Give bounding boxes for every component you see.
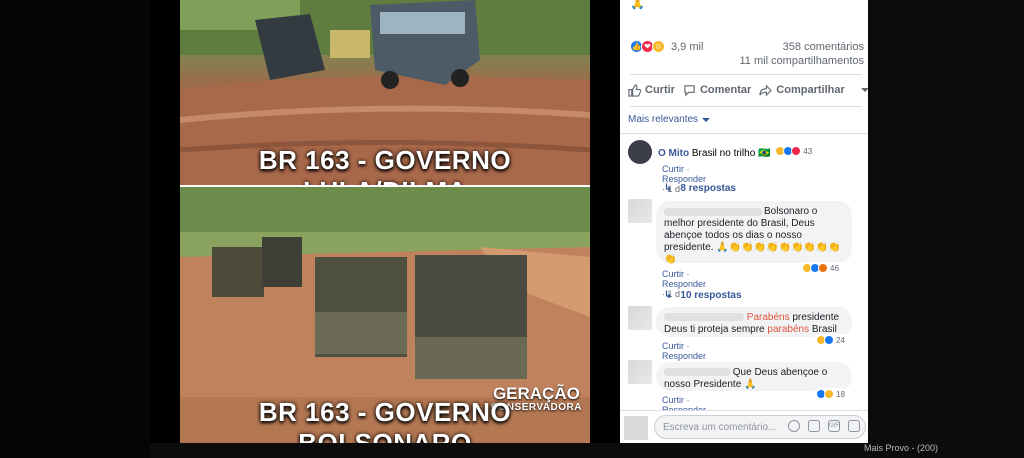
reactions-summary[interactable]: 👍 ❤ ☺ 3,9 mil: [630, 40, 703, 53]
comment-text: Parabéns presidente Deus ti proteja semp…: [664, 312, 850, 336]
caption-top: BR 163 - GOVERNO LULA/DILMA: [258, 145, 512, 185]
backdrop-bottom: [620, 443, 1024, 458]
reaction-count: 24: [836, 335, 845, 345]
haha-reaction-icon: ☺: [652, 40, 665, 53]
comments-count-link[interactable]: 358 comentários: [739, 40, 864, 54]
comment-reply-link[interactable]: Responder: [662, 351, 706, 361]
reaction-count: 46: [830, 263, 839, 273]
reply-arrow-icon: ↳: [664, 183, 673, 194]
reaction-count: 43: [803, 146, 813, 156]
share-label: Compartilhar: [776, 84, 845, 96]
emoji-icon[interactable]: [788, 420, 800, 432]
meme-panel-bottom: GERAÇÃO CONSERVADORA BR 163 - GOVERNO BO…: [180, 187, 590, 443]
highlight-text: Parabéns: [746, 312, 790, 323]
like-reaction-icon: [824, 335, 834, 345]
divider: [630, 74, 862, 75]
screenshot-stamp: Mais Provo - (200): [864, 443, 939, 453]
post-actions: Curtir Comentar Compartilhar: [628, 82, 869, 98]
comment-author[interactable]: [664, 313, 744, 322]
share-arrow-icon: [759, 84, 773, 96]
like-label: Curtir: [645, 84, 675, 96]
love-reaction-icon: [791, 146, 802, 156]
comments-sidebar: 🙏 👍 ❤ ☺ 3,9 mil 358 comentários 11 mil c…: [620, 0, 869, 443]
post-text-glyph: 🙏: [630, 0, 645, 10]
comment-text: Brasil no trilho 🇧🇷: [691, 148, 771, 159]
comment-sort-dropdown[interactable]: Mais relevantes: [628, 114, 711, 125]
reply-arrow-icon: ↳: [664, 290, 673, 301]
divider: [620, 133, 868, 134]
comment-reactions[interactable]: 18: [814, 388, 847, 400]
thumbs-up-icon: [628, 83, 641, 97]
photo-viewer: BR 163 - GOVERNO LULA/DILMA: [0, 0, 1024, 458]
replies-count: 10 respostas: [680, 290, 742, 301]
haha-reaction-icon: [824, 389, 834, 399]
sticker-icon[interactable]: [848, 420, 860, 432]
comment-like-link[interactable]: Curtir: [662, 395, 684, 405]
post-stats: 358 comentários 11 mil compartilhamentos: [739, 40, 864, 68]
highlight-text: parabéns: [767, 324, 810, 335]
comment-composer: Escreva um comentário... GIF: [620, 410, 868, 443]
comment-like-link[interactable]: Curtir: [662, 269, 684, 279]
comment-reply-link[interactable]: Responder: [662, 279, 706, 289]
reaction-count: 18: [836, 389, 845, 399]
avatar[interactable]: [628, 140, 652, 164]
photo-area[interactable]: BR 163 - GOVERNO LULA/DILMA: [150, 0, 620, 443]
sort-label: Mais relevantes: [628, 114, 699, 125]
caption-bottom: BR 163 - GOVERNO BOLSONARO: [258, 397, 512, 443]
backdrop-right: [868, 0, 1024, 443]
comment-like-link[interactable]: Curtir: [662, 341, 684, 351]
comment-like-link[interactable]: Curtir: [662, 164, 684, 174]
chevron-down-icon: [702, 117, 711, 122]
meme-image: BR 163 - GOVERNO LULA/DILMA: [180, 0, 590, 443]
angry-reaction-icon: [818, 263, 828, 273]
view-replies-link[interactable]: ↳ 8 respostas: [664, 183, 736, 194]
comment-bubble-icon: [684, 84, 695, 96]
divider: [630, 106, 862, 107]
comment-label: Comentar: [699, 84, 752, 96]
like-button[interactable]: Curtir: [628, 83, 675, 97]
reactions-count[interactable]: 3,9 mil: [671, 41, 703, 53]
replies-count: 8 respostas: [680, 183, 736, 194]
comment-body: O Mito Brasil no trilho 🇧🇷 43: [658, 146, 858, 159]
meme-panel-top: BR 163 - GOVERNO LULA/DILMA: [180, 0, 590, 185]
comment-button[interactable]: Comentar: [683, 84, 751, 97]
avatar[interactable]: [628, 306, 652, 330]
comment-author[interactable]: [664, 368, 730, 377]
share-button[interactable]: Compartilhar: [759, 84, 845, 97]
comment-author[interactable]: O Mito: [658, 148, 689, 159]
avatar[interactable]: [628, 199, 652, 223]
comment-reactions[interactable]: 24: [814, 334, 847, 346]
view-replies-link[interactable]: ↳ 10 respostas: [664, 290, 742, 301]
comment-reactions[interactable]: 43: [775, 146, 812, 156]
camera-icon[interactable]: [808, 420, 820, 432]
shares-count-link[interactable]: 11 mil compartilhamentos: [739, 54, 864, 68]
avatar: [624, 416, 648, 440]
gif-icon[interactable]: GIF: [828, 420, 840, 432]
comment-reactions[interactable]: 46: [800, 262, 841, 274]
backdrop-left: [0, 0, 150, 458]
comment-text: Bolsonaro o melhor presidente do Brasil,…: [664, 206, 841, 265]
avatar[interactable]: [628, 360, 652, 384]
